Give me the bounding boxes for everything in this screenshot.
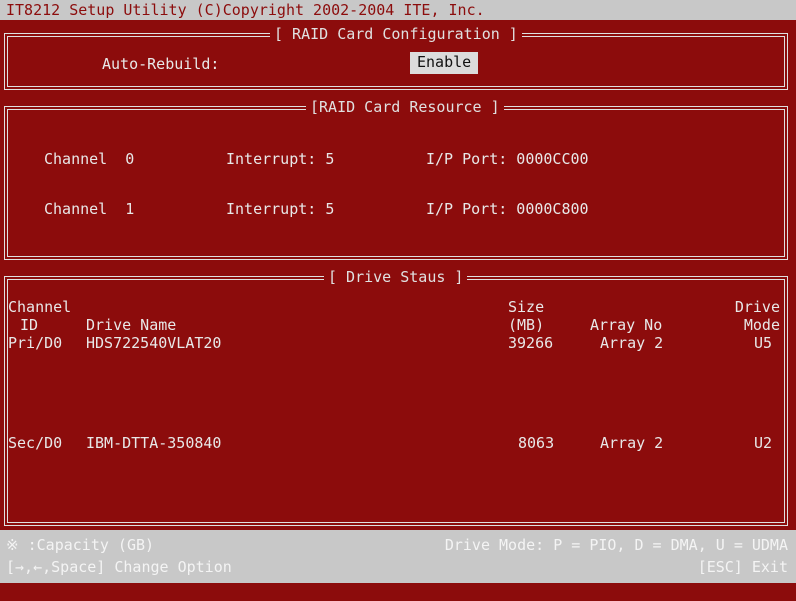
raid-config-title: [ RAID Card Configuration ] — [270, 25, 522, 43]
drive-size: 8063 — [518, 434, 555, 452]
drive-array: Array 2 — [600, 334, 664, 352]
header-size: Size — [508, 298, 545, 316]
bios-screen: IT8212 Setup Utility (C)Copyright 2002-2… — [0, 0, 796, 601]
header-channel-id: ID — [20, 316, 39, 334]
drive-array: Array 2 — [600, 434, 664, 452]
header-array-no: Array No — [590, 316, 663, 334]
drive-name: HDS722540VLAT20 — [86, 334, 222, 352]
header-channel: Channel — [8, 298, 72, 316]
drive-size: 39266 — [508, 334, 554, 352]
title-bar: IT8212 Setup Utility (C)Copyright 2002-2… — [0, 0, 796, 20]
capacity-note: ※ :Capacity (GB) — [6, 536, 155, 554]
header-drive-mode-2: Mode — [743, 316, 780, 334]
header-drive-mode: Drive — [734, 298, 780, 316]
bottom-strip — [0, 583, 796, 601]
resource-port: I/P Port: 0000CC00 — [426, 150, 589, 168]
drive-channel: Sec/D0 — [8, 434, 63, 452]
auto-rebuild-label: Auto-Rebuild: — [102, 55, 220, 73]
drive-name: IBM-DTTA-350840 — [86, 434, 222, 452]
drive-mode: U2 — [753, 434, 772, 452]
drive-status-panel: [ Drive Staus ] Channel ID Drive Name Si… — [4, 268, 788, 526]
header-size-unit: (MB) — [508, 316, 545, 334]
drive-status-title: [ Drive Staus ] — [324, 268, 468, 286]
raid-resource-title: [RAID Card Resource ] — [306, 98, 504, 116]
app-title: IT8212 Setup Utility (C)Copyright 2002-2… — [6, 1, 485, 19]
key-hint-exit[interactable]: [ESC] Exit — [698, 557, 788, 577]
raid-resource-panel: [RAID Card Resource ] Channel 0 Interrup… — [4, 98, 788, 260]
key-hint-change-option: [→,←,Space] Change Option — [6, 558, 232, 576]
drive-channel: Pri/D0 — [8, 334, 63, 352]
resource-port: I/P Port: 0000C800 — [426, 200, 589, 218]
help-bar: ※ :Capacity (GB) Drive Mode: P = PIO, D … — [0, 530, 796, 583]
resource-interrupt: Interrupt: 5 — [226, 200, 335, 218]
resource-channel: Channel 0 — [44, 150, 135, 168]
auto-rebuild-value[interactable]: Enable — [410, 52, 479, 74]
resource-interrupt: Interrupt: 5 — [226, 150, 335, 168]
drive-mode-legend: Drive Mode: P = PIO, D = DMA, U = UDMA — [444, 536, 788, 554]
resource-channel: Channel 1 — [44, 200, 135, 218]
drive-mode: U5 — [753, 334, 772, 352]
header-drive-name: Drive Name — [86, 316, 177, 334]
raid-config-panel: [ RAID Card Configuration ] Auto-Rebuild… — [4, 25, 788, 90]
